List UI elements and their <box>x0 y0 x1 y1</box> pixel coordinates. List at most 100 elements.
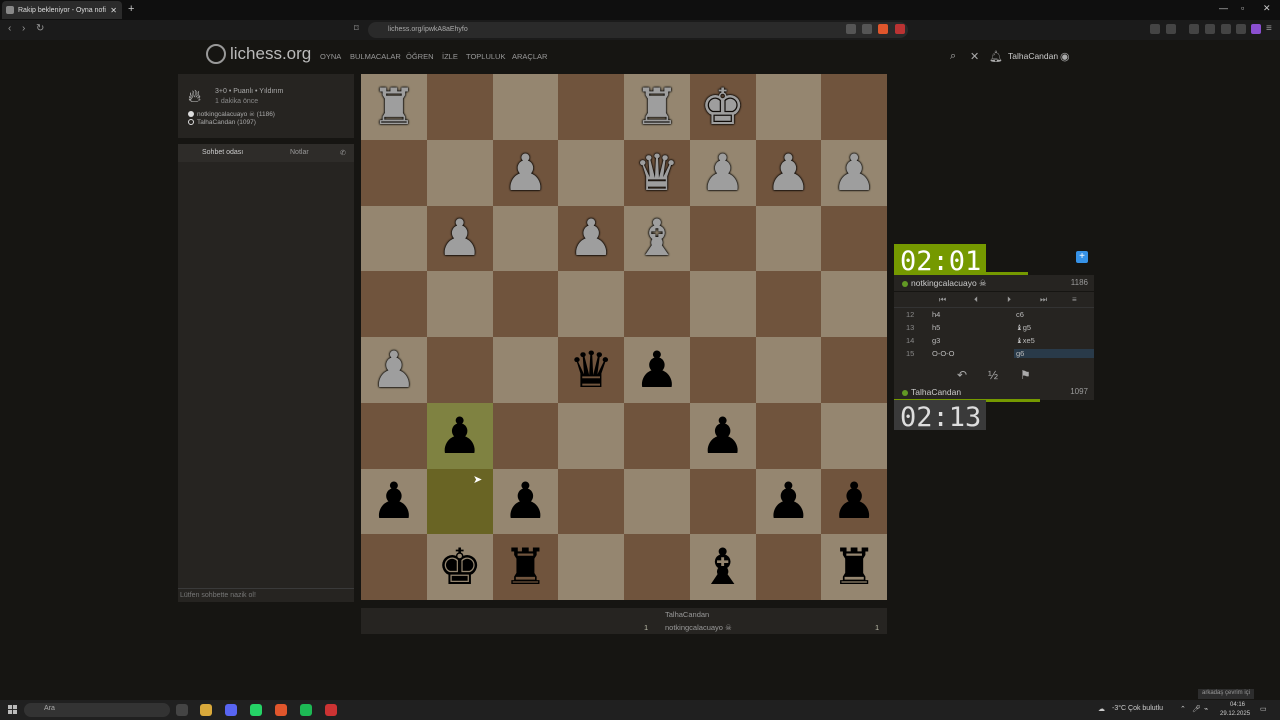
move-black[interactable]: c6 <box>1014 310 1094 319</box>
square-f3[interactable]: ♟ <box>689 402 756 469</box>
square-a8[interactable]: ♜ <box>361 74 427 140</box>
file-explorer-icon[interactable] <box>200 704 212 716</box>
move-white[interactable]: h4 <box>932 310 940 319</box>
extension-icon[interactable] <box>846 24 856 34</box>
square-f4[interactable] <box>689 337 756 403</box>
square-g5[interactable] <box>755 271 822 337</box>
black-piece-b1[interactable]: ♚ <box>437 542 482 592</box>
game-player-black[interactable]: TalhaCandan (1097) <box>188 119 256 126</box>
tray-chevron-icon[interactable]: ⌃ <box>1180 705 1186 713</box>
square-a4[interactable]: ♟ <box>361 337 427 403</box>
square-h8[interactable] <box>821 74 887 140</box>
nav-community[interactable]: TOPLULUK <box>466 52 505 61</box>
tab-chat-room[interactable]: Sohbet odası <box>202 149 243 156</box>
white-piece-f7[interactable]: ♟ <box>700 148 745 198</box>
square-f2[interactable] <box>689 468 756 535</box>
brave-shield-icon[interactable] <box>878 24 888 34</box>
whatsapp-icon[interactable] <box>250 704 262 716</box>
square-f5[interactable] <box>689 271 756 337</box>
square-b8[interactable] <box>426 74 493 140</box>
square-h2[interactable]: ♟ <box>821 468 887 535</box>
prev-move-icon[interactable]: ⏴ <box>974 295 978 305</box>
maximize-icon[interactable]: ▫ <box>1241 3 1244 13</box>
black-piece-e4[interactable]: ♟ <box>634 345 679 395</box>
square-h1[interactable]: ♜ <box>821 534 887 600</box>
square-b6[interactable]: ♟ <box>426 205 493 272</box>
opponent-row[interactable]: notkingcalacuayo ☠ 1186 <box>894 275 1094 291</box>
takeback-icon[interactable]: ↶ <box>957 368 967 382</box>
white-piece-g7[interactable]: ♟ <box>766 148 811 198</box>
weather-icon[interactable]: ☁︎ <box>1098 705 1105 713</box>
site-logo[interactable]: lichess.org <box>206 44 311 64</box>
resign-flag-icon[interactable]: ⚑ <box>1020 368 1031 382</box>
black-piece-h2[interactable]: ♟ <box>832 476 877 526</box>
square-g8[interactable] <box>755 74 822 140</box>
square-f6[interactable] <box>689 205 756 272</box>
square-c6[interactable] <box>492 205 559 272</box>
square-f7[interactable]: ♟ <box>689 139 756 206</box>
crosstable-bottom-name[interactable]: notkingcalacuayo ☠ <box>665 623 732 632</box>
nav-puzzles[interactable]: BULMACALAR <box>350 52 401 61</box>
white-piece-e7[interactable]: ♛ <box>634 148 679 198</box>
square-a1[interactable] <box>361 534 427 600</box>
square-d1[interactable] <box>558 534 624 600</box>
square-e5[interactable] <box>624 271 690 337</box>
add-time-icon[interactable]: + <box>1076 251 1088 263</box>
crosstable-top-name[interactable]: TalhaCandan <box>665 610 709 619</box>
phone-icon[interactable]: ✆ <box>340 149 346 157</box>
square-c8[interactable] <box>492 74 559 140</box>
square-b1[interactable]: ♚ <box>426 534 493 600</box>
square-d7[interactable] <box>558 139 624 206</box>
white-piece-a4[interactable]: ♟ <box>371 345 416 395</box>
weather-text[interactable]: -3°C Çok bulutlu <box>1112 705 1163 712</box>
square-c2[interactable]: ♟ <box>492 468 559 535</box>
square-g3[interactable] <box>755 402 822 469</box>
screenshot-icon[interactable] <box>1166 24 1176 34</box>
menu-icon[interactable]: ≡ <box>1266 23 1272 34</box>
new-tab-button[interactable]: + <box>128 3 134 15</box>
square-d8[interactable] <box>558 74 624 140</box>
black-piece-g2[interactable]: ♟ <box>766 476 811 526</box>
move-black[interactable]: ♝xe5 <box>1014 336 1094 345</box>
bookmark-icon[interactable]: ⌑ <box>354 23 359 34</box>
square-f1[interactable]: ♝ <box>689 534 756 600</box>
square-e6[interactable]: ♝ <box>624 205 690 272</box>
move-white[interactable]: h5 <box>932 323 940 332</box>
profile-icon[interactable] <box>1251 24 1261 34</box>
square-f8[interactable]: ♚ <box>689 74 756 140</box>
brave-browser-icon[interactable] <box>275 704 287 716</box>
move-white[interactable]: O-O-O <box>932 349 955 358</box>
network-icon[interactable]: ⌁ <box>1204 705 1208 713</box>
next-move-icon[interactable]: ⏵ <box>1007 295 1011 305</box>
hamburger-menu-icon[interactable]: ≡ <box>1072 295 1077 304</box>
square-b5[interactable] <box>426 271 493 337</box>
white-piece-e8[interactable]: ♜ <box>634 82 679 132</box>
task-view-icon[interactable] <box>176 704 188 716</box>
square-g4[interactable] <box>755 337 822 403</box>
offer-draw-button[interactable]: ½ <box>988 368 998 382</box>
sidebar-icon[interactable] <box>1189 24 1199 34</box>
move-white[interactable]: g3 <box>932 336 940 345</box>
nav-watch[interactable]: İZLE <box>442 52 458 61</box>
square-h6[interactable] <box>821 205 887 272</box>
black-piece-d4[interactable]: ♛ <box>569 345 614 395</box>
square-g2[interactable]: ♟ <box>755 468 822 535</box>
search-icon[interactable]: ⌕ <box>950 50 956 63</box>
square-d4[interactable]: ♛ <box>558 337 624 403</box>
white-piece-c7[interactable]: ♟ <box>503 148 548 198</box>
move-black[interactable]: ♝g5 <box>1014 323 1094 332</box>
black-piece-b3[interactable]: ♟ <box>437 411 482 461</box>
windows-start-icon[interactable] <box>8 705 17 714</box>
black-piece-f1[interactable]: ♝ <box>700 542 745 592</box>
user-avatar-icon[interactable]: ◉ <box>1060 50 1070 63</box>
square-d3[interactable] <box>558 402 624 469</box>
black-piece-c1[interactable]: ♜ <box>503 542 548 592</box>
black-piece-f3[interactable]: ♟ <box>700 411 745 461</box>
white-piece-e6[interactable]: ♝ <box>634 213 679 263</box>
mic-icon[interactable]: 🎤︎ <box>1192 705 1201 713</box>
square-g1[interactable] <box>755 534 822 600</box>
close-tab-icon[interactable]: ✕ <box>110 6 117 15</box>
reload-icon[interactable]: ↻ <box>36 23 44 34</box>
vpn-icon[interactable] <box>1236 24 1246 34</box>
taskbar-search[interactable]: Ara <box>24 703 170 717</box>
